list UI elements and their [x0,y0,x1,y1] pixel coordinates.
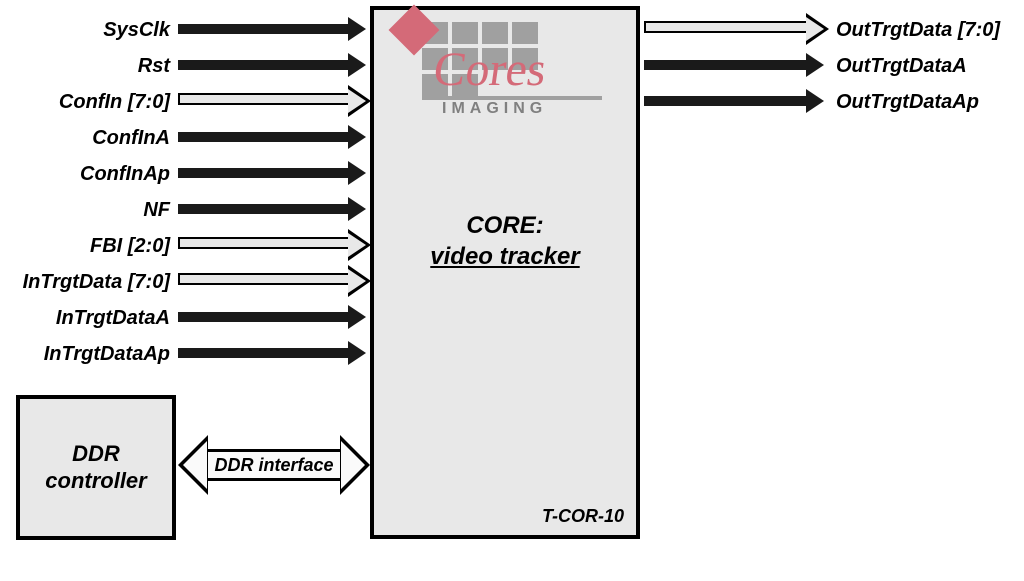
input-arrow-fbi20 [178,237,348,249]
input-arrow-sysclk [178,24,348,34]
input-label-confinap: ConfInAp [0,160,170,188]
output-label-outtrgtdataap: OutTrgtDataAp [836,88,1024,116]
input-label-intrgtdata70: InTrgtData [7:0] [0,268,170,296]
ddr-controller-block: DDR controller [16,395,176,540]
ddr-interface-label: DDR interface [208,449,340,481]
input-label-sysclk: SysClk [0,16,170,44]
arrow-head-right-icon [340,435,370,495]
input-label-intrgtdataap: InTrgtDataAp [0,340,170,368]
core-block: Cores IMAGING CORE: video tracker T-COR-… [370,6,640,539]
input-label-fbi20: FBI [2:0] [0,232,170,260]
logo-script-text: Cores [430,42,550,97]
input-label-intrgtdataa: InTrgtDataA [0,304,170,332]
input-label-confina: ConfInA [0,124,170,152]
ddr-controller-label-1: DDR [72,441,120,466]
input-label-rst: Rst [0,52,170,80]
input-arrow-intrgtdata70 [178,273,348,285]
core-title: CORE: video tracker [374,210,636,272]
arrow-head-left-icon [178,435,208,495]
output-arrow-outtrgtdataa [644,60,806,70]
input-arrow-confinap [178,168,348,178]
input-label-confin70: ConfIn [7:0] [0,88,170,116]
input-arrow-confina [178,132,348,142]
core-title-line1: CORE: [466,212,543,239]
ddr-interface-arrow: DDR interface [178,435,370,495]
output-arrow-outtrgtdata70 [644,21,806,33]
output-label-outtrgtdataa: OutTrgtDataA [836,52,1024,80]
input-arrow-rst [178,60,348,70]
input-label-nf: NF [0,196,170,224]
ddr-controller-label-2: controller [45,468,146,493]
logo: Cores IMAGING [382,16,632,126]
diagram-canvas: Cores IMAGING CORE: video tracker T-COR-… [0,0,1024,581]
input-arrow-intrgtdataa [178,312,348,322]
core-part-number: T-COR-10 [542,506,624,527]
output-arrow-outtrgtdataap [644,96,806,106]
input-arrow-intrgtdataap [178,348,348,358]
output-label-outtrgtdata70: OutTrgtData [7:0] [836,16,1024,44]
logo-subtext: IMAGING [442,100,547,118]
input-arrow-confin70 [178,93,348,105]
core-title-line2: video tracker [430,243,579,270]
input-arrow-nf [178,204,348,214]
